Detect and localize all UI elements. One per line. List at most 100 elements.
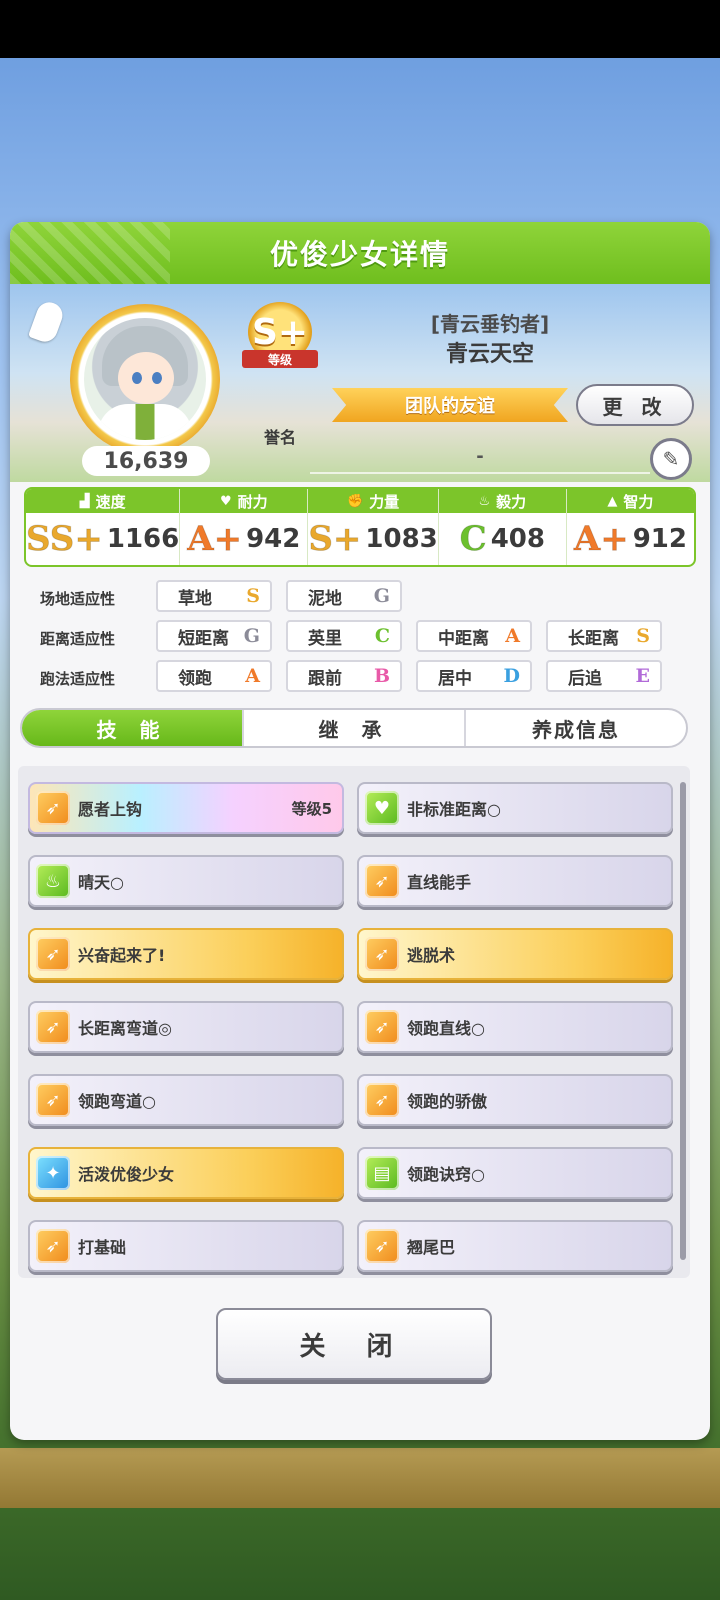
skill-list-scrollbar[interactable] <box>680 782 686 1260</box>
tab-training-info[interactable]: 养成信息 <box>466 710 686 746</box>
skill-name: 长距离弯道◎ <box>78 1019 172 1038</box>
character-name: 青云天空 <box>445 342 534 367</box>
comment-field: - <box>310 446 650 474</box>
aptitude-name: 短距离 <box>178 628 229 649</box>
graduation-cap-icon: ▲ <box>607 493 618 509</box>
stat-speed: ▟ 速度 SS+ 1166 <box>26 489 181 565</box>
skill-name: 非标准距离○ <box>407 800 501 819</box>
aptitude-chip: 居中 D <box>416 660 532 692</box>
pencil-icon: ✎ <box>662 447 680 471</box>
skill-fire-icon: ♨ <box>36 864 70 898</box>
skill-name: 兴奋起来了! <box>78 946 166 965</box>
skill-name: 愿者上钩 <box>78 800 143 819</box>
aptitude-label: 跑法适应性 <box>40 670 116 688</box>
aptitude-chip: 后追 E <box>546 660 662 692</box>
edit-pencil-button[interactable]: ✎ <box>650 438 692 480</box>
rank-ribbon: 等级 <box>242 350 318 368</box>
aptitude-name: 居中 <box>438 668 472 689</box>
tab-inheritance[interactable]: 继 承 <box>244 710 466 746</box>
aptitude-grade: B <box>373 665 390 687</box>
stat-wisdom: ▲ 智力 A+ 912 <box>566 489 694 565</box>
fan-count: 16,639 <box>82 446 210 476</box>
skill-card[interactable]: ♨ 晴天○ <box>28 855 344 907</box>
aptitude-chip: 短距离 G <box>156 620 272 652</box>
stat-value: 942 <box>246 524 301 554</box>
skill-card[interactable]: ✦ 活泼优俊少女 <box>28 1147 344 1199</box>
stat-stamina: ♥ 耐力 A+ 942 <box>180 489 309 565</box>
aptitude-chip: 泥地 G <box>286 580 402 612</box>
skill-name: 逃脱术 <box>407 946 456 965</box>
aptitude-grade: A <box>505 625 520 647</box>
aptitude-name: 英里 <box>308 628 342 649</box>
stat-label: 智力 <box>623 492 654 511</box>
stat-guts: ♨ 毅力 C 408 <box>438 489 567 565</box>
aptitude-row-track: 场地适应性 草地 S 泥地 G <box>10 580 710 616</box>
aptitude-chip: 英里 C <box>286 620 402 652</box>
skill-card[interactable]: ➶ 领跑弯道○ <box>28 1074 344 1126</box>
aptitude-grade: S <box>636 625 650 647</box>
skill-card[interactable]: ➶ 直线能手 <box>357 855 673 907</box>
avatar[interactable] <box>84 318 206 440</box>
skill-card[interactable]: ♥ 非标准距离○ <box>357 782 673 834</box>
skill-runner-icon: ➶ <box>365 1010 399 1044</box>
stat-grade: A+ <box>187 519 243 560</box>
skill-card[interactable]: ➶ 翘尾巴 <box>357 1220 673 1272</box>
skill-card[interactable]: ➶ 兴奋起来了! <box>28 928 344 980</box>
aptitude-grade: E <box>635 665 650 687</box>
umamusume-detail-dialog: 优俊少女详情 16,639 S+ 等级 誉名 [青云垂钓者] 青云天空 团队的友… <box>10 222 710 1440</box>
change-button[interactable]: 更 改 <box>576 384 694 426</box>
aptitude-chip: 草地 S <box>156 580 272 612</box>
skill-name: 晴天○ <box>78 873 124 892</box>
stat-label: 速度 <box>95 492 126 511</box>
skill-name: 领跑的骄傲 <box>407 1092 488 1111</box>
aptitude-grade: G <box>243 625 260 647</box>
stat-power: ✊ 力量 S+ 1083 <box>308 489 439 565</box>
aptitude-name: 领跑 <box>178 668 212 689</box>
aptitude-grade: S <box>246 585 260 607</box>
tab-skills[interactable]: 技 能 <box>22 710 244 746</box>
close-button[interactable]: 关 闭 <box>216 1308 492 1380</box>
aptitude-chip: 长距离 S <box>546 620 662 652</box>
skill-card[interactable]: ➶ 愿者上钩 等级5 <box>28 782 344 834</box>
aptitude-chip: 中距离 A <box>416 620 532 652</box>
aptitude-grade: A <box>245 665 260 687</box>
skill-card[interactable]: ➶ 领跑直线○ <box>357 1001 673 1053</box>
skill-card[interactable]: ➶ 逃脱术 <box>357 928 673 980</box>
aptitude-grade: C <box>374 625 390 647</box>
skill-heart-icon: ♥ <box>365 791 399 825</box>
skill-name: 打基础 <box>78 1238 127 1257</box>
aptitude-chip: 跟前 B <box>286 660 402 692</box>
detail-tabs: 技 能 继 承 养成信息 <box>20 708 688 748</box>
skill-name: 领跑弯道○ <box>78 1092 156 1111</box>
aptitude-row-strategy: 跑法适应性 领跑 A 跟前 B 居中 D 后追 E <box>10 660 710 696</box>
stats-bar: ▟ 速度 SS+ 1166 ♥ 耐力 A+ 942 ✊ 力量 S+ 1083 ♨ 毅力 C 40… <box>24 487 696 567</box>
skill-name: 领跑诀窍○ <box>407 1165 485 1184</box>
carrot-icon <box>27 298 67 346</box>
aptitude-name: 泥地 <box>308 588 342 609</box>
dialog-title: 优俊少女详情 <box>269 238 450 271</box>
shoe-icon: ▟ <box>79 493 90 509</box>
aptitude-name: 长距离 <box>568 628 619 649</box>
title-ribbon: 团队的友谊 <box>332 388 568 422</box>
skill-runner-icon: ➶ <box>365 864 399 898</box>
background-fence <box>0 1448 720 1508</box>
aptitude-label: 场地适应性 <box>40 590 116 608</box>
aptitude-row-distance: 距离适应性 短距离 G 英里 C 中距离 A 长距离 S <box>10 620 710 656</box>
stat-grade: SS+ <box>26 519 103 560</box>
profile-section: 16,639 S+ 等级 誉名 [青云垂钓者] 青云天空 团队的友谊 更 改 -… <box>10 284 710 482</box>
skill-level: 等级5 <box>291 799 332 818</box>
skill-card[interactable]: ▤ 领跑诀窍○ <box>357 1147 673 1199</box>
aptitude-name: 后追 <box>568 668 602 689</box>
character-epithet: [青云垂钓者] <box>430 312 550 336</box>
skill-runner-icon: ➶ <box>36 937 70 971</box>
skill-runner-icon: ➶ <box>36 1083 70 1117</box>
skill-name: 翘尾巴 <box>407 1238 456 1257</box>
skill-runner-icon: ➶ <box>36 1010 70 1044</box>
skill-name: 领跑直线○ <box>407 1019 485 1038</box>
aptitude-name: 跟前 <box>308 668 342 689</box>
skill-card[interactable]: ➶ 打基础 <box>28 1220 344 1272</box>
dialog-header: 优俊少女详情 <box>10 222 710 284</box>
stat-grade: C <box>459 519 487 560</box>
skill-card[interactable]: ➶ 领跑的骄傲 <box>357 1074 673 1126</box>
skill-card[interactable]: ➶ 长距离弯道◎ <box>28 1001 344 1053</box>
